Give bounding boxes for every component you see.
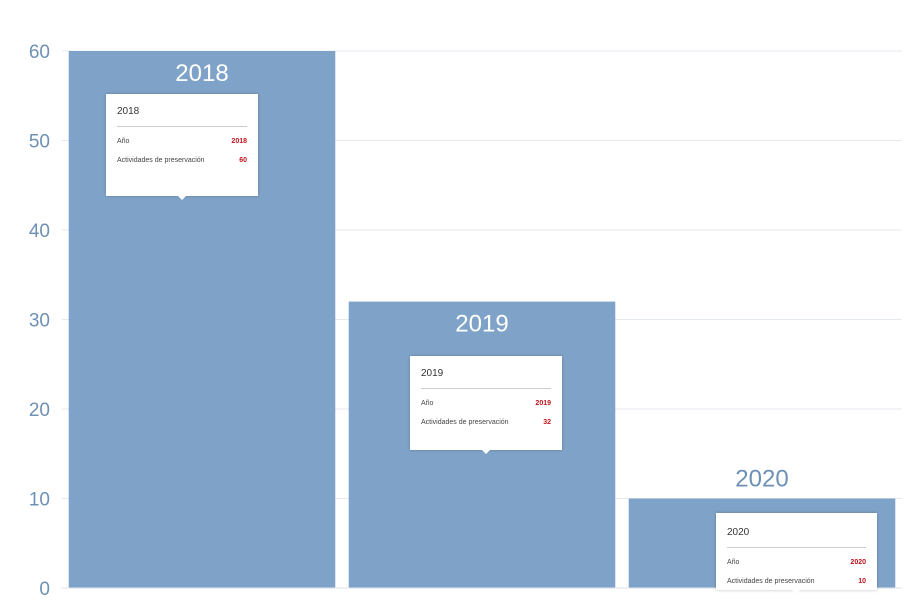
tooltip-value: 2019: [535, 400, 551, 407]
tooltip-row-activities: Actividades de preservación 60: [117, 156, 247, 165]
y-tick-label: 50: [29, 132, 50, 153]
y-tick-label: 0: [39, 579, 50, 600]
tooltip-value: 32: [543, 419, 551, 426]
y-tick-label: 30: [29, 311, 50, 332]
y-tick-label: 10: [29, 490, 50, 511]
tooltip-label: Año: [727, 559, 740, 566]
tooltip-row-activities: Actividades de preservación 32: [421, 418, 551, 427]
tooltip-title: 2018: [117, 106, 247, 127]
tooltip-value: 60: [239, 157, 247, 164]
bar-chart: 0 10 20 30 40 50 60 2018 2019 2020 2018 Año 2018 …: [0, 0, 910, 601]
tooltip-row-year: Año 2019: [421, 399, 551, 408]
tooltip-row-year: Año 2020: [727, 558, 866, 567]
tooltip-label: Actividades de preservación: [727, 578, 815, 585]
bar-category-label: 2019: [455, 311, 508, 338]
tooltip-label: Año: [421, 400, 434, 407]
chart-canvas: 0 10 20 30 40 50 60 2018 2019 2020: [29, 42, 902, 600]
tooltip-label: Año: [117, 138, 130, 145]
tooltip-arrow: [792, 590, 800, 594]
bar-category-label: 2020: [735, 466, 788, 493]
tooltip-value: 10: [858, 578, 866, 585]
y-tick-label: 20: [29, 400, 50, 421]
tooltip-label: Actividades de preservación: [117, 157, 205, 164]
tooltip-2018: 2018 Año 2018 Actividades de preservació…: [106, 94, 258, 200]
y-tick-label: 60: [29, 42, 50, 63]
tooltip-2020: 2020 Año 2020 Actividades de preservació…: [716, 513, 877, 594]
tooltip-value: 2020: [850, 559, 866, 566]
tooltip-arrow: [178, 196, 186, 200]
bar-category-label: 2018: [175, 60, 228, 87]
tooltip-value: 2018: [231, 138, 247, 145]
tooltip-label: Actividades de preservación: [421, 419, 509, 426]
tooltip-arrow: [482, 450, 490, 454]
tooltip-row-activities: Actividades de preservación 10: [727, 577, 866, 586]
tooltip-title: 2019: [421, 368, 551, 389]
y-tick-label: 40: [29, 221, 50, 242]
tooltip-2019: 2019 Año 2019 Actividades de preservació…: [410, 356, 562, 454]
tooltip-title: 2020: [727, 527, 866, 548]
tooltip-row-year: Año 2018: [117, 137, 247, 146]
